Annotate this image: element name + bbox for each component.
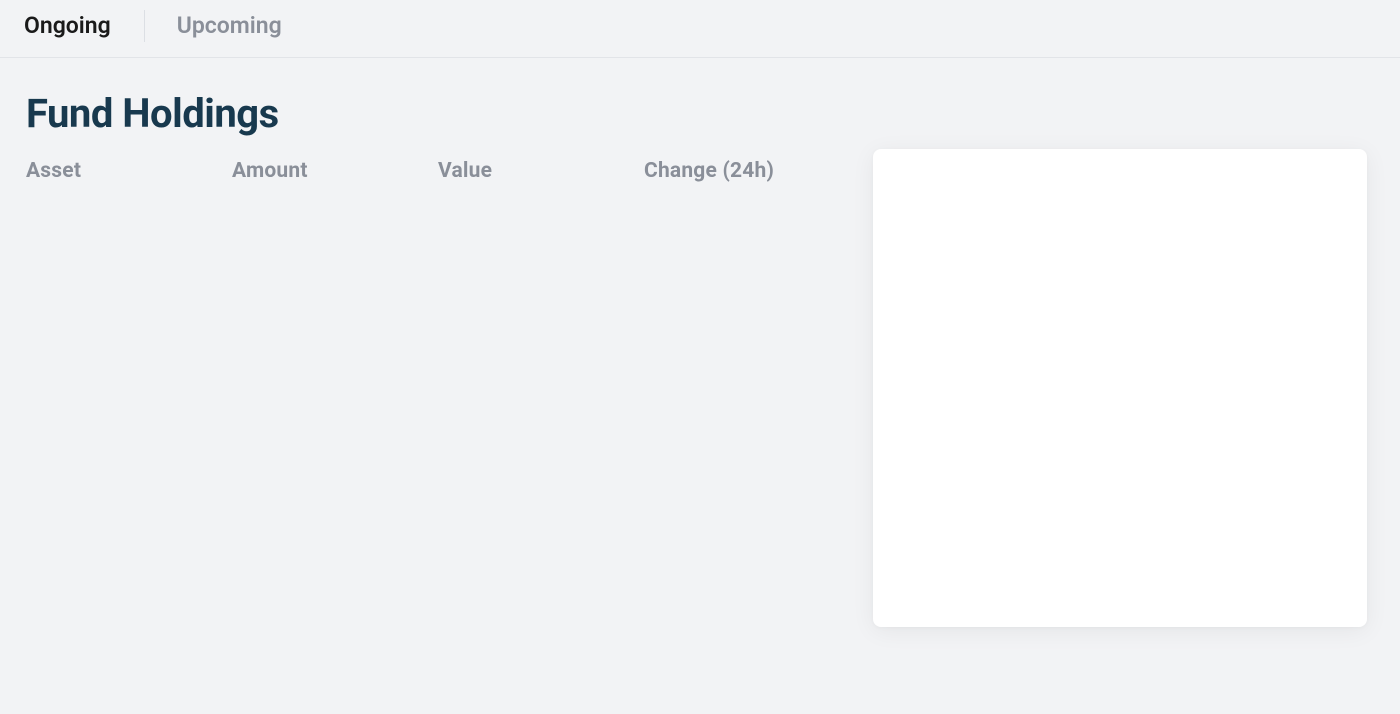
tab-divider bbox=[144, 10, 145, 42]
table-header-asset: Asset bbox=[26, 159, 232, 183]
table-header-value: Value bbox=[438, 159, 644, 183]
tab-bar: Ongoing Upcoming bbox=[0, 0, 1400, 58]
tab-ongoing-label: Ongoing bbox=[24, 12, 111, 39]
tab-upcoming[interactable]: Upcoming bbox=[177, 12, 316, 39]
side-panel bbox=[873, 149, 1367, 627]
page-title: Fund Holdings bbox=[26, 90, 1374, 137]
table-header-amount: Amount bbox=[232, 159, 438, 183]
tab-ongoing[interactable]: Ongoing bbox=[24, 12, 145, 39]
content-area: Fund Holdings Asset Amount Value Change … bbox=[0, 58, 1400, 183]
tab-upcoming-label: Upcoming bbox=[177, 12, 282, 39]
table-header-change: Change (24h) bbox=[644, 159, 850, 183]
